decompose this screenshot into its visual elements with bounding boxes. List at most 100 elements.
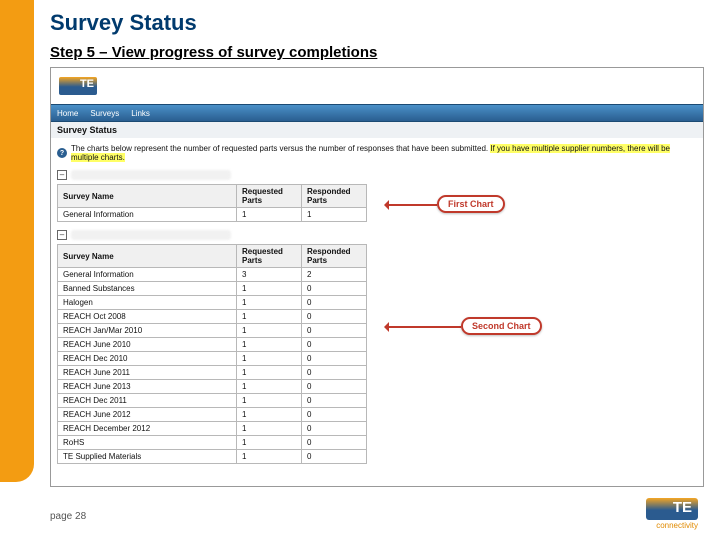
table-row: RoHS10 xyxy=(58,436,367,450)
table-row: REACH Dec 201010 xyxy=(58,352,367,366)
supplier-row-2: – xyxy=(51,228,703,242)
cell-resp: 2 xyxy=(302,268,367,282)
table-row: General Information 1 1 xyxy=(58,208,367,222)
cell-resp: 0 xyxy=(302,422,367,436)
cell-req: 1 xyxy=(237,282,302,296)
cell-req: 1 xyxy=(237,380,302,394)
col-resp: Responded Parts xyxy=(302,245,367,268)
nav-home[interactable]: Home xyxy=(57,109,78,118)
cell-name: REACH Jan/Mar 2010 xyxy=(58,324,237,338)
arrow-first-chart xyxy=(385,204,437,206)
cell-name: Banned Substances xyxy=(58,282,237,296)
cell-resp: 0 xyxy=(302,408,367,422)
nav-surveys[interactable]: Surveys xyxy=(90,109,119,118)
table-header-row: Survey Name Requested Parts Responded Pa… xyxy=(58,245,367,268)
cell-name: RoHS xyxy=(58,436,237,450)
table-row: REACH Jan/Mar 201010 xyxy=(58,324,367,338)
col-survey-name: Survey Name xyxy=(58,245,237,268)
col-resp: Responded Parts xyxy=(302,185,367,208)
cell-name: REACH June 2013 xyxy=(58,380,237,394)
cell-resp: 1 xyxy=(302,208,367,222)
te-logo-icon xyxy=(646,498,698,520)
collapse-icon[interactable]: – xyxy=(57,230,67,240)
slide-title: Survey Status xyxy=(50,10,706,36)
table-row: Halogen10 xyxy=(58,296,367,310)
table-row: REACH Dec 201110 xyxy=(58,394,367,408)
table-row: REACH June 201310 xyxy=(58,380,367,394)
cell-resp: 0 xyxy=(302,282,367,296)
info-line: ? The charts below represent the number … xyxy=(51,138,703,168)
nav-links[interactable]: Links xyxy=(131,109,150,118)
section-title: Survey Status xyxy=(51,122,703,138)
cell-req: 1 xyxy=(237,296,302,310)
cell-req: 1 xyxy=(237,408,302,422)
table-row: REACH June 201210 xyxy=(58,408,367,422)
app-topnav: Home Surveys Links xyxy=(51,104,703,122)
cell-req: 1 xyxy=(237,352,302,366)
table-row: REACH December 201210 xyxy=(58,422,367,436)
cell-resp: 0 xyxy=(302,324,367,338)
cell-req: 1 xyxy=(237,394,302,408)
cell-resp: 0 xyxy=(302,352,367,366)
collapse-icon[interactable]: – xyxy=(57,170,67,180)
footer-logo: connectivity xyxy=(646,498,698,530)
slide-subtitle: Step 5 – View progress of survey complet… xyxy=(50,44,706,61)
info-text: The charts below represent the number of… xyxy=(71,144,697,162)
cell-name: REACH Dec 2011 xyxy=(58,394,237,408)
table-row: TE Supplied Materials10 xyxy=(58,450,367,464)
table-row: Banned Substances10 xyxy=(58,282,367,296)
cell-req: 1 xyxy=(237,338,302,352)
cell-name: REACH December 2012 xyxy=(58,422,237,436)
cell-name: REACH June 2012 xyxy=(58,408,237,422)
cell-resp: 0 xyxy=(302,380,367,394)
cell-req: 1 xyxy=(237,436,302,450)
cell-req: 1 xyxy=(237,310,302,324)
arrow-second-chart xyxy=(385,326,461,328)
cell-name: REACH June 2010 xyxy=(58,338,237,352)
cell-resp: 0 xyxy=(302,310,367,324)
col-survey-name: Survey Name xyxy=(58,185,237,208)
chart1-table: Survey Name Requested Parts Responded Pa… xyxy=(57,184,367,222)
supplier-name-blurred xyxy=(71,170,231,180)
te-logo-icon xyxy=(59,77,97,95)
cell-req: 3 xyxy=(237,268,302,282)
footer-brand-tag: connectivity xyxy=(656,521,698,530)
supplier-row-1: – xyxy=(51,168,703,182)
cell-req: 1 xyxy=(237,324,302,338)
supplier-name-blurred xyxy=(71,230,231,240)
cell-resp: 0 xyxy=(302,450,367,464)
col-req: Requested Parts xyxy=(237,245,302,268)
cell-name: General Information xyxy=(58,268,237,282)
cell-name: REACH Dec 2010 xyxy=(58,352,237,366)
info-icon: ? xyxy=(57,148,67,158)
app-screenshot: Home Surveys Links Survey Status ? The c… xyxy=(50,67,704,487)
slide-content: Survey Status Step 5 – View progress of … xyxy=(50,10,706,487)
app-header xyxy=(51,68,703,104)
cell-name: Halogen xyxy=(58,296,237,310)
cell-name: REACH June 2011 xyxy=(58,366,237,380)
cell-resp: 0 xyxy=(302,436,367,450)
cell-resp: 0 xyxy=(302,338,367,352)
cell-resp: 0 xyxy=(302,366,367,380)
col-req: Requested Parts xyxy=(237,185,302,208)
cell-req: 1 xyxy=(237,422,302,436)
cell-resp: 0 xyxy=(302,394,367,408)
table-row: REACH June 201110 xyxy=(58,366,367,380)
cell-name: REACH Oct 2008 xyxy=(58,310,237,324)
table-header-row: Survey Name Requested Parts Responded Pa… xyxy=(58,185,367,208)
cell-req: 1 xyxy=(237,208,302,222)
cell-req: 1 xyxy=(237,366,302,380)
cell-req: 1 xyxy=(237,450,302,464)
slide-accent-bar xyxy=(0,0,34,482)
cell-name: General Information xyxy=(58,208,237,222)
table-row: REACH June 201010 xyxy=(58,338,367,352)
info-text-plain: The charts below represent the number of… xyxy=(71,144,488,153)
chart2-table: Survey Name Requested Parts Responded Pa… xyxy=(57,244,367,464)
cell-resp: 0 xyxy=(302,296,367,310)
table-row: General Information32 xyxy=(58,268,367,282)
callout-second-chart: Second Chart xyxy=(461,317,542,335)
callout-first-chart: First Chart xyxy=(437,195,505,213)
cell-name: TE Supplied Materials xyxy=(58,450,237,464)
table-row: REACH Oct 200810 xyxy=(58,310,367,324)
page-number: page 28 xyxy=(50,511,86,522)
